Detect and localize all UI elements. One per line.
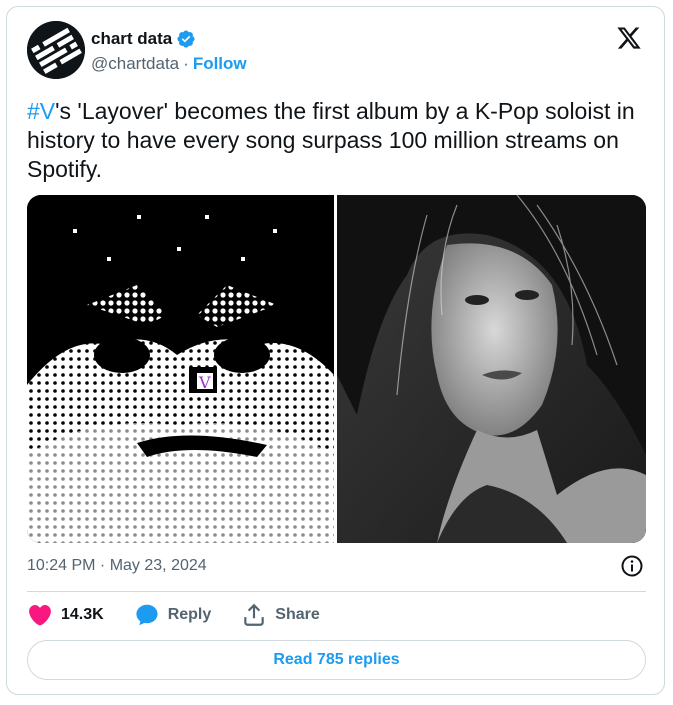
share-upload-icon bbox=[244, 603, 265, 626]
share-button[interactable]: Share bbox=[241, 602, 320, 628]
author-name[interactable]: chart data bbox=[91, 29, 172, 49]
verified-badge-icon bbox=[177, 30, 195, 48]
album-cover-pixel-art-icon: V bbox=[27, 195, 334, 543]
like-count: 14.3K bbox=[61, 606, 104, 623]
share-label: Share bbox=[275, 606, 320, 623]
separator-dot: · bbox=[183, 54, 189, 73]
author-handle[interactable]: @chartdata bbox=[91, 54, 179, 74]
action-bar: 14.3K Reply Share bbox=[27, 602, 350, 628]
info-icon[interactable] bbox=[620, 554, 644, 578]
read-replies-button[interactable]: Read 785 replies bbox=[27, 640, 646, 680]
reply-button[interactable]: Reply bbox=[134, 602, 212, 628]
avatar[interactable] bbox=[27, 21, 85, 79]
reply-bubble-icon bbox=[136, 604, 158, 626]
tweet-text: #V's 'Layover' becomes the first album b… bbox=[27, 97, 647, 184]
like-button[interactable]: 14.3K bbox=[27, 602, 104, 628]
media-grid: V bbox=[27, 195, 646, 543]
handle-row: @chartdata · Follow bbox=[91, 54, 247, 74]
portrait-photo[interactable] bbox=[337, 195, 646, 543]
author-name-row[interactable]: chart data bbox=[91, 29, 196, 49]
tweet-timestamp[interactable]: 10:24 PM · May 23, 2024 bbox=[27, 557, 207, 575]
reply-label: Reply bbox=[167, 606, 212, 623]
tweet-body: 's 'Layover' becomes the first album by … bbox=[27, 98, 635, 182]
black-white-portrait-photo-icon bbox=[337, 195, 646, 543]
follow-button[interactable]: Follow bbox=[193, 54, 247, 74]
heart-icon bbox=[29, 604, 51, 626]
tweet-card: chart data @chartdata · Follow #V's 'Lay… bbox=[6, 6, 665, 695]
album-cover-image[interactable]: V bbox=[27, 195, 334, 543]
divider bbox=[27, 591, 646, 592]
chart-data-logo-icon bbox=[27, 21, 85, 79]
hashtag-link[interactable]: #V bbox=[27, 98, 55, 124]
x-logo-icon[interactable] bbox=[616, 25, 642, 51]
svg-text:V: V bbox=[198, 373, 211, 392]
